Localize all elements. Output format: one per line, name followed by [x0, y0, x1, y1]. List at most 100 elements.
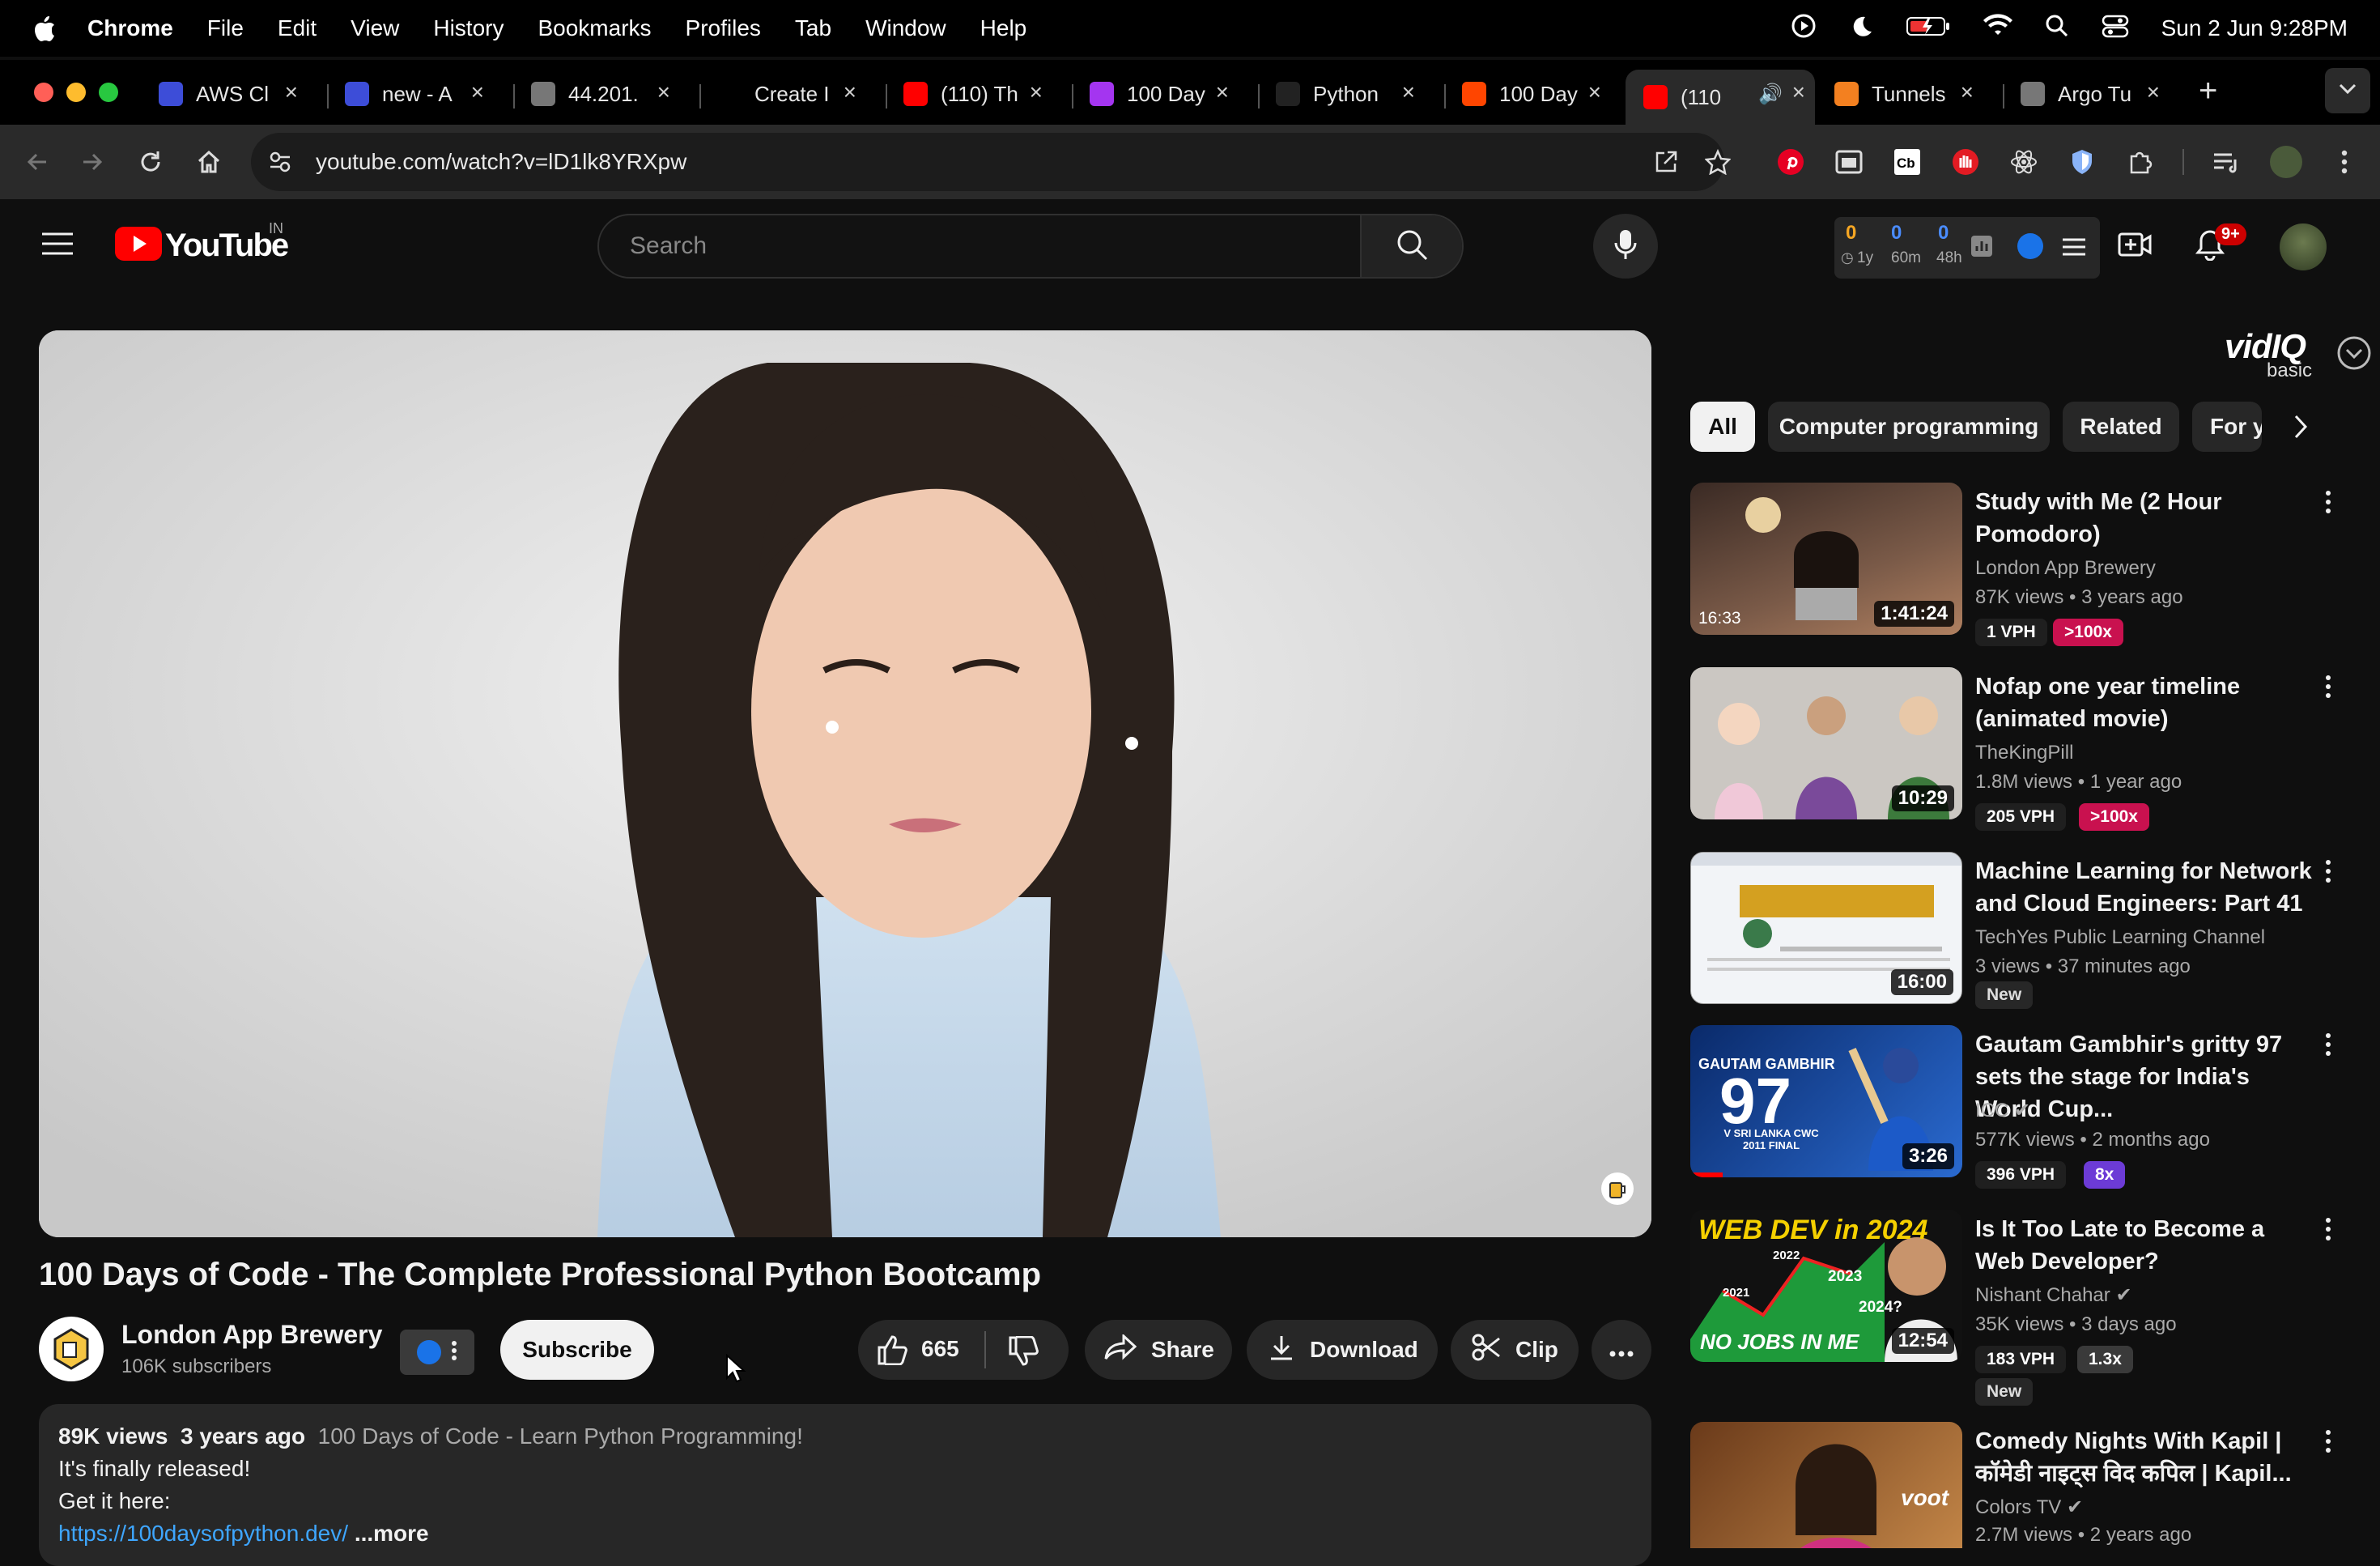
recommended-video[interactable]: voot Comedy Nights With Kapil | कॉमेडी न… — [1690, 1422, 2354, 1548]
menu-chrome[interactable]: Chrome — [87, 15, 173, 41]
tab-close-icon[interactable]: × — [471, 79, 484, 105]
browser-tab[interactable]: (110) Th × — [886, 70, 1052, 118]
search-input[interactable] — [630, 232, 1261, 260]
menu-tab[interactable]: Tab — [795, 15, 831, 41]
extensions-puzzle-icon[interactable] — [2126, 147, 2155, 177]
create-video-icon[interactable] — [2118, 230, 2152, 263]
react-devtools-icon[interactable] — [2009, 147, 2038, 177]
more-vert-icon[interactable] — [2314, 855, 2343, 887]
recommended-video[interactable]: 16:00 Machine Learning for Network and C… — [1690, 852, 2354, 1022]
menu-profiles[interactable]: Profiles — [686, 15, 761, 41]
channel-name[interactable]: TechYes Public Learning Channel — [1975, 923, 2265, 952]
recommended-video[interactable]: 16:33 1:41:24 Study with Me (2 Hour Pomo… — [1690, 483, 2354, 661]
menubar-datetime[interactable]: Sun 2 Jun 9:28PM — [2161, 15, 2348, 41]
vidiq-channel-button[interactable] — [400, 1330, 474, 1375]
vidiq-logo-icon[interactable] — [2017, 233, 2043, 259]
control-center-icon[interactable] — [2102, 14, 2129, 44]
description-more-link[interactable]: ...more — [355, 1521, 429, 1546]
cb-extension-icon[interactable]: Cb — [1893, 147, 1922, 177]
subscribe-button[interactable]: Subscribe — [500, 1320, 654, 1380]
window-zoom-button[interactable] — [99, 83, 118, 102]
video-thumbnail[interactable]: GAUTAM GAMBHIR 97 V SRI LANKA CWC 2011 F… — [1690, 1025, 1962, 1177]
browser-tab[interactable]: Python × — [1258, 70, 1425, 118]
description-link[interactable]: https://100daysofpython.dev/ — [58, 1521, 348, 1546]
account-avatar[interactable] — [2280, 223, 2327, 270]
menu-history[interactable]: History — [433, 15, 504, 41]
channel-name[interactable]: Nishant Chahar — [1975, 1284, 2110, 1306]
pinterest-extension-icon[interactable] — [1776, 147, 1805, 177]
hamburger-menu-icon[interactable] — [42, 232, 73, 260]
video-player[interactable] — [39, 330, 1651, 1237]
tab-close-icon[interactable]: × — [657, 79, 670, 105]
channel-name[interactable]: TheKingPill — [1975, 738, 2073, 768]
browser-tab[interactable]: 100 Day × — [1444, 70, 1611, 118]
tab-close-icon[interactable]: × — [1030, 79, 1043, 105]
tab-close-icon[interactable]: × — [1792, 79, 1805, 105]
channel-avatar[interactable] — [39, 1317, 104, 1381]
tab-close-icon[interactable]: × — [1588, 79, 1601, 105]
recommended-video[interactable]: WEB DEV in 2024 2022 2023 2021 2024? NO … — [1690, 1210, 2354, 1406]
video-title-link[interactable]: Is It Too Late to Become a Web Developer… — [1975, 1213, 2315, 1278]
address-bar[interactable]: youtube.com/watch?v=lD1lk8YRXpw — [251, 133, 1731, 191]
video-thumbnail[interactable]: 16:00 — [1690, 852, 1962, 1004]
channel-name[interactable]: ICC — [1975, 1100, 2008, 1121]
more-vert-icon[interactable] — [2314, 670, 2343, 703]
menu-edit[interactable]: Edit — [278, 15, 317, 41]
chip-related[interactable]: Related — [2063, 402, 2179, 452]
tab-search-button[interactable] — [2325, 68, 2370, 113]
reload-icon[interactable] — [136, 147, 165, 177]
channel-name[interactable]: London App Brewery — [121, 1320, 382, 1350]
tab-close-icon[interactable]: × — [1961, 79, 1974, 105]
chevron-right-icon[interactable] — [2291, 413, 2310, 445]
chrome-menu-icon[interactable] — [2330, 147, 2359, 177]
video-title-link[interactable]: Comedy Nights With Kapil | कॉमेडी नाइट्स… — [1975, 1425, 2315, 1490]
like-icon[interactable] — [876, 1334, 908, 1371]
menu-file[interactable]: File — [207, 15, 244, 41]
play-status-icon[interactable] — [1791, 13, 1817, 45]
back-icon[interactable] — [23, 147, 52, 177]
battery-icon[interactable] — [1906, 14, 1951, 44]
video-thumbnail[interactable]: 16:33 1:41:24 — [1690, 483, 1962, 635]
beer-icon[interactable] — [1601, 1172, 1634, 1205]
browser-tab[interactable]: 44.201. × — [513, 70, 680, 118]
tab-close-icon[interactable]: × — [285, 79, 298, 105]
tab-close-icon[interactable]: × — [1216, 79, 1229, 105]
more-actions-button[interactable] — [1592, 1320, 1651, 1380]
browser-tab[interactable]: new - A × — [327, 70, 494, 118]
list-icon[interactable] — [2063, 236, 2085, 262]
browser-tab[interactable]: AWS Cl × — [141, 70, 308, 118]
tab-close-icon[interactable]: × — [2147, 79, 2160, 105]
browser-tab[interactable]: Create I × — [699, 70, 866, 118]
video-title-link[interactable]: Machine Learning for Network and Cloud E… — [1975, 855, 2315, 920]
like-count[interactable]: 665 — [921, 1336, 959, 1362]
more-vert-icon[interactable] — [2314, 1028, 2343, 1061]
menu-help[interactable]: Help — [980, 15, 1027, 41]
youtube-logo[interactable]: YouTube IN — [115, 220, 289, 265]
bookmark-star-icon[interactable] — [1703, 147, 1732, 177]
chip-computer-programming[interactable]: Computer programming — [1768, 402, 2050, 452]
menu-window[interactable]: Window — [865, 15, 946, 41]
vidiq-stats-widget[interactable]: 0 0 0 1y ◷ 60m 48h — [1834, 217, 2100, 279]
site-info-icon[interactable] — [266, 147, 295, 177]
tab-close-icon[interactable]: × — [844, 79, 856, 105]
menu-bookmarks[interactable]: Bookmarks — [538, 15, 651, 41]
download-button[interactable]: Download — [1247, 1320, 1438, 1380]
vidiq-collapse-icon[interactable] — [2336, 335, 2372, 375]
media-queue-icon[interactable] — [2212, 147, 2241, 177]
video-title-link[interactable]: Study with Me (2 Hour Pomodoro) — [1975, 486, 2315, 551]
recommended-video[interactable]: GAUTAM GAMBHIR 97 V SRI LANKA CWC 2011 F… — [1690, 1025, 2354, 1203]
recommended-video[interactable]: 10:29 Nofap one year timeline (animated … — [1690, 667, 2354, 845]
video-thumbnail[interactable]: voot — [1690, 1422, 1962, 1548]
audio-playing-icon[interactable]: 🔊 — [1758, 83, 1783, 106]
video-title-link[interactable]: Nofap one year timeline (animated movie) — [1975, 670, 2315, 735]
home-icon[interactable] — [194, 147, 223, 177]
browser-tab[interactable]: (110 🔊 × — [1626, 70, 1815, 125]
browser-tab[interactable]: Tunnels × — [1817, 70, 1983, 118]
forward-icon[interactable] — [78, 147, 107, 177]
more-vert-icon[interactable] — [2314, 1213, 2343, 1245]
share-button[interactable]: Share — [1085, 1320, 1232, 1380]
description-box[interactable]: 89K views 3 years ago 100 Days of Code -… — [39, 1404, 1651, 1566]
spotlight-search-icon[interactable] — [2045, 14, 2069, 44]
open-in-new-icon[interactable] — [1651, 147, 1681, 177]
window-minimize-button[interactable] — [66, 83, 86, 102]
